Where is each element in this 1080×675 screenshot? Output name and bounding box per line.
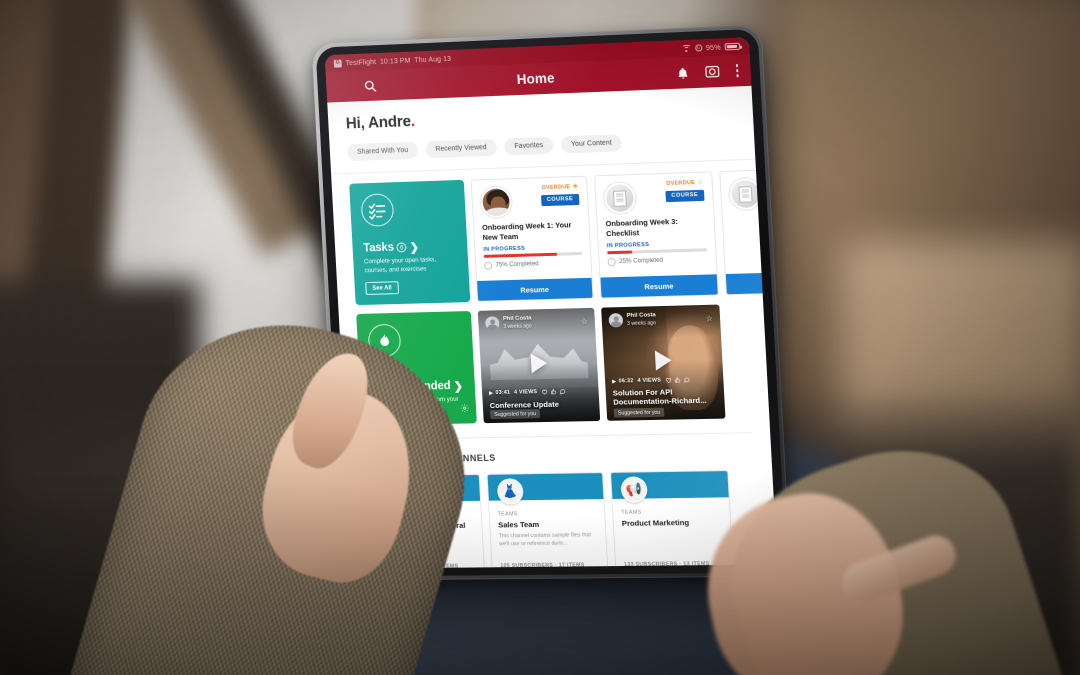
photo-vignette bbox=[0, 0, 1080, 675]
